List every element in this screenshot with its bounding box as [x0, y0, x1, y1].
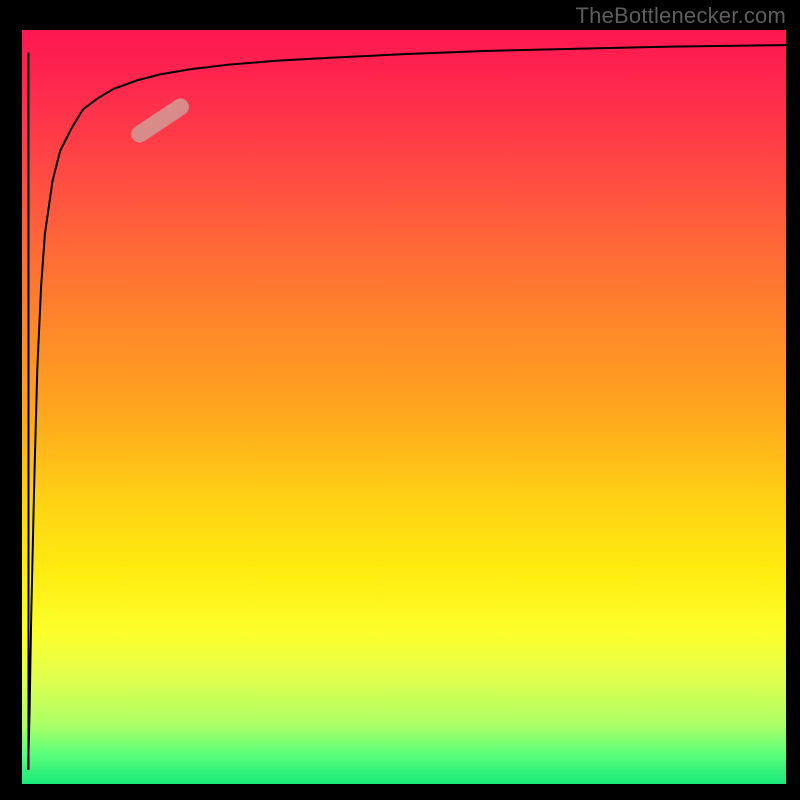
chart-plot-area — [22, 30, 786, 784]
watermark-text: TheBottlenecker.com — [576, 3, 786, 29]
